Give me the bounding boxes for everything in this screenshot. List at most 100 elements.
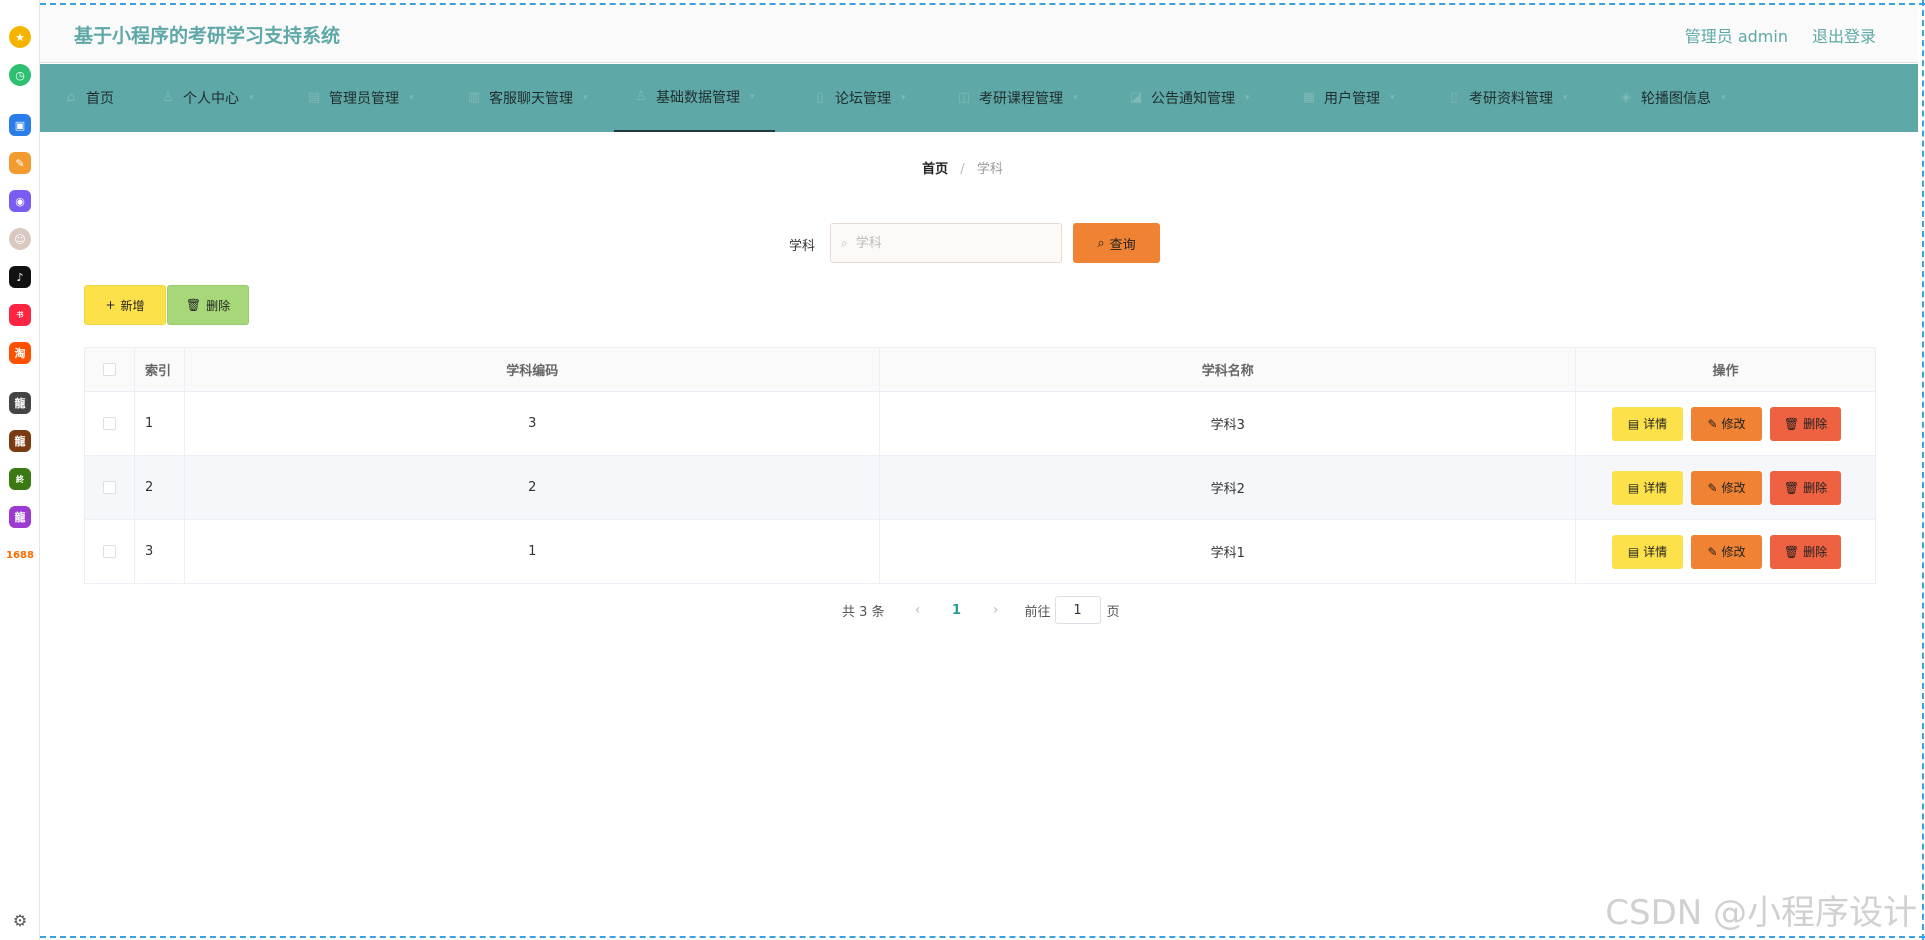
document-icon: ▤ [1627, 544, 1640, 559]
avatar-app-icon[interactable]: ☺ [9, 228, 31, 250]
nav-user-management[interactable]: ▦ 用户管理 ▾ [1302, 64, 1395, 132]
nav-chat-management[interactable]: ▥ 客服聊天管理 ▾ [467, 64, 588, 132]
search-label: 学科 [789, 239, 816, 254]
app-title: 基于小程序的考研学习支持系统 [74, 25, 341, 47]
prev-page-icon[interactable]: ‹ [903, 602, 933, 618]
pencil-icon: ✎ [1707, 416, 1718, 431]
nav-course-management[interactable]: ◫ 考研课程管理 ▾ [957, 64, 1078, 132]
detail-button[interactable]: ▤ 详情 [1612, 406, 1683, 441]
nav-profile[interactable]: ♙ 个人中心 ▾ [161, 64, 254, 132]
breadcrumb-separator: / [960, 162, 965, 177]
chevron-down-icon: ▾ [1563, 93, 1568, 103]
user-icon: ♙ [162, 90, 174, 105]
chevron-down-icon: ▾ [1390, 93, 1395, 103]
trash-icon: 🗑 [1783, 544, 1800, 559]
nav-material-management[interactable]: ▯ 考研资料管理 ▾ [1447, 64, 1568, 132]
page-jump-input[interactable]: 1 [1054, 596, 1101, 624]
next-page-icon[interactable]: › [981, 602, 1011, 618]
taobao-icon[interactable]: 淘 [9, 342, 31, 364]
row-checkbox[interactable] [102, 417, 116, 430]
chevron-down-icon: ▾ [249, 93, 254, 103]
frame-bottom-border [0, 936, 1925, 938]
users-icon: ▦ [1302, 90, 1316, 105]
game-legend-icon[interactable]: 龍 [9, 430, 31, 452]
search-icon: ⌕ [1097, 235, 1105, 251]
row-code: 1 [183, 519, 881, 584]
game-dragon-icon[interactable]: 龍 [9, 392, 31, 414]
document-icon: ▤ [1627, 416, 1640, 431]
history-clock-icon[interactable]: ◷ [9, 64, 31, 86]
page-unit-label: 页 [1106, 604, 1120, 620]
breadcrumb-home[interactable]: 首页 [922, 162, 948, 177]
notice-icon: ◪ [1129, 90, 1143, 105]
delete-button[interactable]: 🗑 删除 [1770, 406, 1841, 441]
favorites-star-icon[interactable]: ★ [9, 26, 31, 48]
pencil-icon: ✎ [1707, 480, 1718, 495]
edit-button[interactable]: ✎ 修改 [1691, 406, 1762, 441]
subject-table: 索引 学科编码 学科名称 操作 1 3 学科3 ▤ 详情 ✎ 修改 🗑 删除 2 2 … [84, 347, 1876, 584]
nav-admin-management[interactable]: ▤ 管理员管理 ▾ [307, 64, 414, 132]
game-dragon-purple-icon[interactable]: 龍 [9, 506, 31, 528]
row-checkbox[interactable] [102, 481, 116, 494]
data-icon: ♙ [635, 89, 647, 104]
search-icon: ⌕ [841, 235, 848, 250]
chevron-down-icon: ▾ [901, 93, 906, 103]
row-index: 1 [133, 391, 185, 456]
chevron-down-icon: ▾ [583, 93, 588, 103]
search-button[interactable]: ⌕ 查询 [1073, 223, 1160, 263]
breadcrumb: 首页 / 学科 [0, 158, 1925, 177]
nav-basic-data-management[interactable]: ♙ 基础数据管理 ▾ [614, 64, 775, 132]
chevron-down-icon: ▾ [409, 93, 414, 103]
carousel-icon: ◈ [1621, 90, 1631, 105]
table-header-row: 索引 学科编码 学科名称 操作 [84, 347, 1876, 392]
select-all-checkbox[interactable] [102, 363, 116, 376]
row-checkbox[interactable] [102, 545, 116, 558]
home-icon: ⌂ [66, 90, 76, 105]
trash-icon: 🗑 [185, 298, 202, 312]
settings-gear-icon[interactable]: ⚙ [11, 912, 29, 930]
toolbox-icon[interactable]: ▣ [9, 114, 31, 136]
main-nav: ⌂ 首页 ♙ 个人中心 ▾ ▤ 管理员管理 ▾ ▥ 客服聊天管理 ▾ ♙ 基础数… [40, 64, 1918, 132]
1688-icon[interactable]: 1688 [5, 550, 35, 561]
delete-button[interactable]: 🗑 删除 [1770, 534, 1841, 569]
edit-button[interactable]: ✎ 修改 [1691, 534, 1762, 569]
row-code: 2 [183, 455, 881, 520]
watermark: CSDN @小程序设计 [1605, 893, 1917, 933]
chevron-down-icon: ▾ [750, 92, 755, 102]
app-header: 基于小程序的考研学习支持系统 管理员 admin 退出登录 [40, 5, 1918, 63]
goto-label: 前往 [1024, 604, 1051, 620]
game-controller-icon[interactable]: ◉ [9, 190, 31, 212]
edit-button[interactable]: ✎ 修改 [1691, 470, 1762, 505]
search-input[interactable] [853, 234, 1044, 252]
page-number-current[interactable]: 1 [933, 603, 981, 618]
bulk-delete-button[interactable]: 🗑 删除 [167, 285, 249, 325]
trash-icon: 🗑 [1783, 416, 1800, 431]
nav-home[interactable]: ⌂ 首页 [64, 64, 114, 132]
browser-sidebar: ★ ◷ ▣ ✎ ◉ ☺ ♪ 书 淘 龍 龍 終 龍 1688 ⚙ [0, 0, 40, 940]
pencil-icon: ✎ [1707, 544, 1718, 559]
xiaohongshu-icon[interactable]: 书 [9, 304, 31, 326]
table-row: 2 2 学科2 ▤ 详情 ✎ 修改 🗑 删除 [84, 455, 1876, 520]
row-code: 3 [183, 391, 881, 456]
breadcrumb-current: 学科 [976, 162, 1003, 177]
row-name: 学科1 [879, 519, 1576, 584]
pagination: 共 3 条 ‹ 1 › 前往 1 页 [842, 595, 1120, 625]
detail-button[interactable]: ▤ 详情 [1612, 534, 1683, 569]
header-select-all[interactable] [84, 347, 135, 392]
pagination-total: 共 3 条 [842, 604, 885, 620]
nav-notice-management[interactable]: ◪ 公告通知管理 ▾ [1129, 64, 1250, 132]
nav-forum-management[interactable]: ▯ 论坛管理 ▾ [813, 64, 906, 132]
add-button[interactable]: + 新增 [84, 285, 166, 325]
current-user: 管理员 admin [1684, 27, 1788, 46]
detail-button[interactable]: ▤ 详情 [1612, 470, 1683, 505]
header-ops: 操作 [1575, 347, 1876, 392]
nav-carousel-info[interactable]: ◈ 轮播图信息 ▾ [1619, 64, 1726, 132]
logout-link[interactable]: 退出登录 [1812, 23, 1876, 47]
delete-button[interactable]: 🗑 删除 [1770, 470, 1841, 505]
game-app-icon[interactable]: 終 [9, 468, 31, 490]
material-icon: ▯ [1450, 90, 1458, 105]
row-index: 2 [133, 455, 185, 520]
tiktok-icon[interactable]: ♪ [9, 266, 31, 288]
frame-right-border [1922, 0, 1924, 940]
search-field[interactable]: ⌕ [830, 223, 1062, 263]
